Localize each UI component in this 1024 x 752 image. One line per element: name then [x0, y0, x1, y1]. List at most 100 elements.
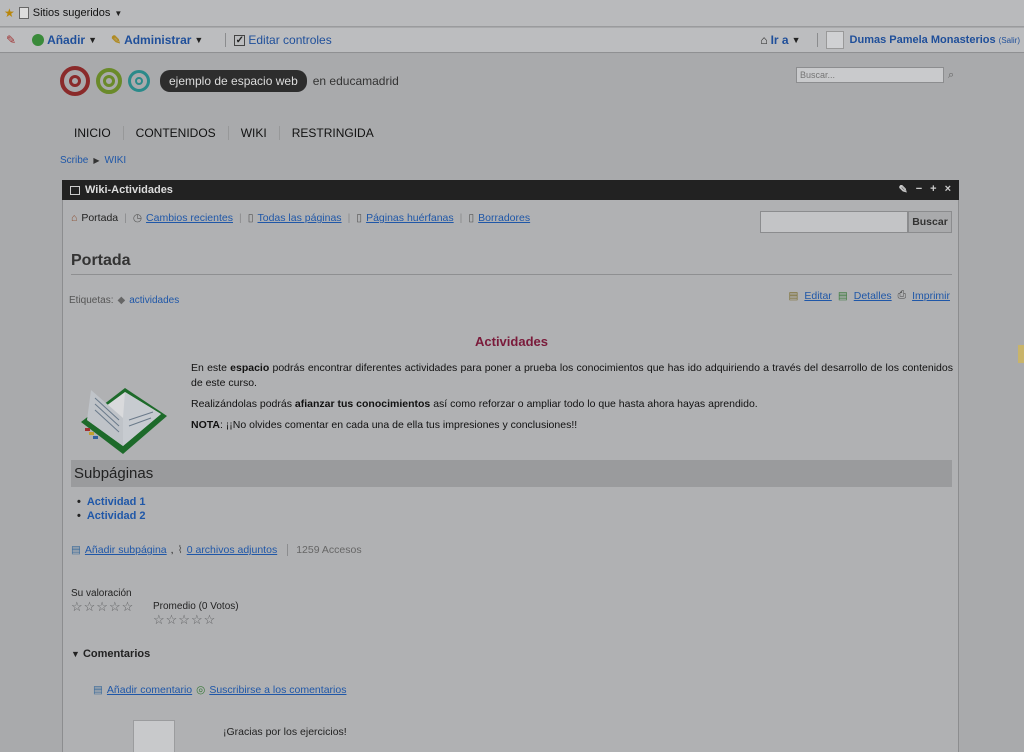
wiki-portlet: ⌂ Portada | ◷ Cambios recientes | ▯ Toda…: [62, 200, 959, 752]
admin-label: Administrar: [124, 33, 192, 47]
site-suffix: en educamadrid: [312, 74, 399, 88]
page-icon: ▯: [247, 212, 254, 224]
details-link[interactable]: Detalles: [854, 290, 892, 302]
goto-menu[interactable]: ⌂ Ir a ▼: [760, 33, 800, 47]
site-search: ⌕: [796, 67, 954, 83]
site-search-input[interactable]: [796, 67, 944, 83]
book-icon: [81, 388, 167, 454]
configure-icon[interactable]: ✎: [898, 183, 907, 196]
checkbox-icon: ✓: [234, 34, 246, 46]
clock-icon: ◷: [132, 212, 143, 224]
paperclip-icon: ⌇: [177, 544, 183, 556]
pin-icon[interactable]: ✎: [6, 33, 16, 47]
tab-recent-changes[interactable]: Cambios recientes: [146, 212, 233, 224]
content-body: En este espacio podrás encontrar diferen…: [191, 361, 953, 439]
divider: [816, 33, 818, 47]
attachments-link[interactable]: 0 archivos adjuntos: [187, 544, 277, 556]
user-rating: Su valoración ☆☆☆☆☆: [71, 588, 134, 615]
logo-red-icon: [60, 66, 90, 96]
user-avatar[interactable]: [825, 31, 844, 49]
tag-link[interactable]: actividades: [129, 295, 179, 306]
page-title: Portada: [71, 252, 952, 275]
chevron-down-icon: ▼: [791, 35, 801, 45]
subpage-link[interactable]: Actividad 2: [87, 510, 146, 522]
details-icon: ▤: [837, 289, 848, 302]
maximize-icon[interactable]: +: [930, 183, 936, 196]
pencil-icon: ✎: [111, 33, 122, 47]
wiki-search-input[interactable]: [760, 211, 908, 233]
page-icon: ▯: [468, 212, 475, 224]
portlet-title: Wiki-Actividades: [85, 184, 173, 196]
page-actions: ▤ Editar ▤ Detalles ⎙ Imprimir: [788, 289, 950, 302]
add-icon: [32, 34, 45, 46]
print-icon: ⎙: [897, 289, 907, 301]
average-rating: Promedio (0 Votos) ☆☆☆☆☆: [153, 601, 239, 628]
tab-drafts[interactable]: Borradores: [478, 212, 530, 224]
breadcrumb: Scribe ▶ WIKI: [60, 155, 126, 166]
nav-wiki[interactable]: WIKI: [229, 126, 280, 140]
comments-title: Comentarios: [82, 648, 151, 660]
search-icon[interactable]: ⌕: [948, 69, 954, 82]
minimize-icon[interactable]: −: [916, 183, 922, 196]
nav-inicio[interactable]: INICIO: [62, 126, 124, 140]
avatar: [133, 720, 175, 752]
site-logo[interactable]: ejemplo de espacio web en educamadrid: [60, 66, 399, 96]
wiki-search-button[interactable]: Buscar: [908, 211, 952, 233]
admin-menu[interactable]: ✎ Administrar ▼: [111, 33, 203, 47]
logo-teal-icon: [128, 70, 150, 92]
logout-link[interactable]: (Salir): [999, 36, 1020, 45]
rating-stars[interactable]: ☆☆☆☆☆: [71, 599, 134, 615]
divider: [225, 33, 227, 47]
page-footer: ▤ Añadir subpágina , ⌇ 0 archivos adjunt…: [71, 544, 362, 556]
add-subpage-link[interactable]: Añadir subpágina: [85, 544, 167, 556]
portlet-header: Wiki-Actividades ✎ − + ×: [62, 180, 959, 200]
close-icon[interactable]: ×: [945, 183, 951, 196]
breadcrumb-current[interactable]: WIKI: [105, 155, 127, 166]
add-menu[interactable]: Añadir ▼: [32, 33, 97, 47]
home-icon: ⌂: [760, 33, 768, 47]
average-stars: ☆☆☆☆☆: [153, 612, 217, 627]
main-nav: INICIO CONTENIDOS WIKI RESTRINGIDA: [62, 120, 386, 146]
tab-all-pages[interactable]: Todas las páginas: [258, 212, 342, 224]
portlet-icon: [70, 185, 80, 195]
suggested-sites-link[interactable]: Sitios sugeridos: [33, 7, 111, 19]
print-link[interactable]: Imprimir: [912, 290, 950, 302]
paragraph-note: NOTA: ¡¡No olvides comentar en cada una …: [191, 419, 578, 431]
comments-toggle[interactable]: ▼ Comentarios: [71, 648, 150, 660]
tab-orphan-pages[interactable]: Páginas huérfanas: [366, 212, 454, 224]
side-handle[interactable]: [1018, 345, 1024, 363]
comment-actions: ▤ Añadir comentario ◎ Suscribirse a los …: [93, 684, 346, 696]
home-icon: ⌂: [71, 212, 78, 224]
subscribe-link[interactable]: Suscribirse a los comentarios: [209, 684, 346, 696]
tags-label: Etiquetas:: [69, 295, 114, 306]
admin-toolbar: ✎ Añadir ▼ ✎ Administrar ▼ ✓ Editar cont…: [0, 28, 1024, 53]
subpages-list: Actividad 1 Actividad 2: [87, 496, 146, 524]
page-icon: [18, 7, 29, 19]
wiki-search: Buscar: [760, 211, 952, 233]
tags: Etiquetas: ◆ actividades: [69, 295, 179, 306]
bookmarks-bar: ★ Sitios sugeridos ▼: [0, 0, 1024, 27]
subpage-link[interactable]: Actividad 1: [87, 496, 146, 508]
edit-icon: ▤: [788, 289, 799, 302]
add-comment-link[interactable]: Añadir comentario: [107, 684, 192, 696]
nav-contenidos[interactable]: CONTENIDOS: [124, 126, 229, 140]
edit-controls-toggle[interactable]: ✓ Editar controles: [234, 33, 332, 47]
subpages-header: Subpáginas: [71, 460, 952, 487]
tag-icon: ◆: [117, 295, 126, 306]
add-page-icon: ▤: [71, 544, 81, 556]
bookmark-star-icon[interactable]: ★: [4, 6, 15, 20]
wiki-tabs: ⌂ Portada | ◷ Cambios recientes | ▯ Toda…: [71, 212, 531, 224]
rating-label: Su valoración: [71, 588, 132, 599]
chevron-down-icon[interactable]: ▼: [114, 9, 122, 18]
tab-portada[interactable]: Portada: [81, 212, 118, 224]
nav-restringida[interactable]: RESTRINGIDA: [280, 126, 386, 140]
comment-text: ¡Gracias por los ejercicios!: [223, 726, 347, 738]
chevron-down-icon: ▼: [88, 35, 97, 45]
view-count: 1259 Accesos: [287, 544, 362, 556]
breadcrumb-root[interactable]: Scribe: [60, 155, 88, 166]
chevron-down-icon: ▼: [194, 35, 204, 45]
paragraph-intro: En este espacio podrás encontrar diferen…: [191, 362, 953, 389]
add-comment-icon: ▤: [93, 684, 103, 696]
user-name-link[interactable]: Dumas Pamela Monasterios: [850, 34, 996, 46]
edit-link[interactable]: Editar: [804, 290, 831, 302]
